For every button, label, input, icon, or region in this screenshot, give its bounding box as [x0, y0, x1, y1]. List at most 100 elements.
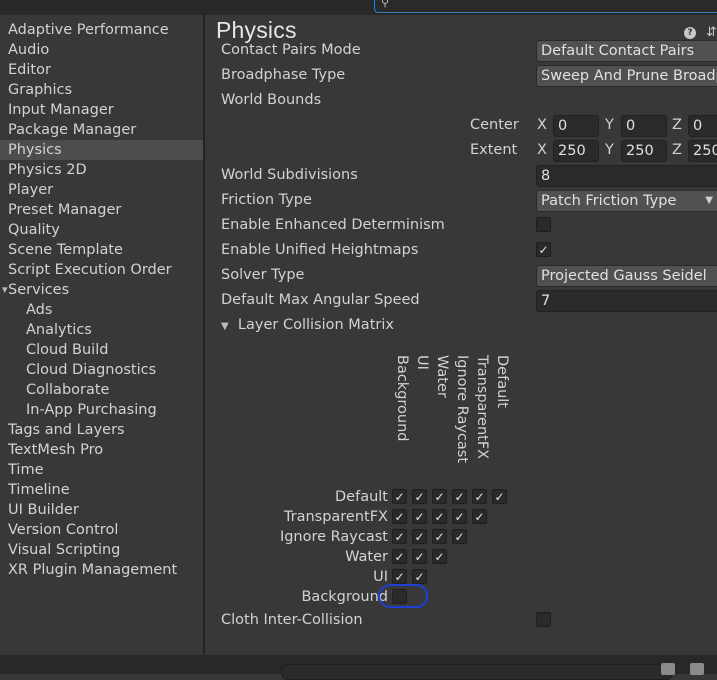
help-icon[interactable]: ?	[684, 27, 696, 39]
sidebar-item-label: Cloud Build	[26, 342, 109, 358]
settings-search-input[interactable]: ⚲	[374, 0, 717, 13]
sidebar-item-collaborate[interactable]: Collaborate	[26, 380, 109, 400]
matrix-collision-checkbox[interactable]: ✓	[452, 489, 467, 504]
sidebar-item-quality[interactable]: Quality	[8, 220, 60, 240]
foldout-arrow-icon: ▼	[221, 321, 229, 332]
world-subdivisions-field[interactable]: 8	[536, 165, 717, 187]
sidebar-item-version-control[interactable]: Version Control	[8, 520, 118, 540]
sidebar-item-label: Physics	[8, 142, 62, 158]
sidebar-item-adaptive-performance[interactable]: Adaptive Performance	[8, 20, 169, 40]
sidebar-item-timeline[interactable]: Timeline	[8, 480, 70, 500]
matrix-collision-checkbox[interactable]: ✓	[432, 489, 447, 504]
matrix-collision-checkbox[interactable]: ✓	[392, 509, 407, 524]
enhanced-determinism-checkbox[interactable]	[536, 217, 551, 232]
sidebar-item-tags-and-layers[interactable]: Tags and Layers	[8, 420, 125, 440]
center-z-field[interactable]: 0	[688, 115, 717, 137]
sidebar-item-label: Package Manager	[8, 122, 137, 138]
cloth-inter-collision-checkbox[interactable]	[536, 612, 551, 627]
broadphase-type-label: Broadphase Type	[221, 67, 346, 83]
matrix-collision-checkbox[interactable]: ✓	[452, 529, 467, 544]
unified-heightmaps-label: Enable Unified Heightmaps	[221, 242, 419, 258]
matrix-collision-checkbox[interactable]: ✓	[432, 509, 447, 524]
contact-pairs-mode-dropdown[interactable]: Default Contact Pairs	[536, 40, 717, 62]
matrix-collision-checkbox[interactable]: ✓	[412, 489, 427, 504]
unified-heightmaps-checkbox[interactable]: ✓	[536, 242, 551, 257]
check-icon: ✓	[454, 490, 465, 504]
matrix-collision-checkbox[interactable]: ✓	[412, 549, 427, 564]
check-icon: ✓	[414, 490, 425, 504]
matrix-collision-checkbox[interactable]: ✓	[392, 489, 407, 504]
sidebar-item-physics-2d[interactable]: Physics 2D	[8, 160, 87, 180]
matrix-collision-checkbox[interactable]: ✓	[432, 529, 447, 544]
check-icon: ✓	[414, 530, 425, 544]
matrix-column-label-text: Ignore Raycast	[454, 355, 470, 464]
sidebar-item-services[interactable]: Services ▾	[2, 280, 69, 300]
solver-type-dropdown[interactable]: Projected Gauss Seidel▼	[536, 265, 717, 287]
center-x-field[interactable]: 0	[553, 115, 599, 137]
matrix-column-label: Water	[432, 355, 452, 485]
sidebar-item-physics[interactable]: Physics	[0, 140, 203, 160]
sidebar-item-textmesh-pro[interactable]: TextMesh Pro	[8, 440, 103, 460]
matrix-collision-checkbox[interactable]: ✓	[412, 529, 427, 544]
sidebar-item-analytics[interactable]: Analytics	[26, 320, 92, 340]
extent-z-field[interactable]: 250	[688, 140, 717, 162]
friction-type-dropdown[interactable]: Patch Friction Type ▼	[536, 190, 717, 212]
matrix-row-label: Background	[301, 589, 388, 605]
matrix-column-label-text: Water	[434, 355, 450, 398]
sidebar-item-package-manager[interactable]: Package Manager	[8, 120, 136, 140]
sidebar-item-scene-template[interactable]: Scene Template	[8, 240, 123, 260]
layer-collision-matrix-foldout[interactable]: ▼ Layer Collision Matrix	[221, 315, 394, 335]
check-icon: ✓	[394, 530, 405, 544]
preset-settings-icon[interactable]: ⇵	[706, 25, 717, 40]
matrix-column-label-text: UI	[414, 355, 430, 370]
sidebar-item-label: Analytics	[26, 322, 92, 338]
matrix-collision-checkbox[interactable]: ✓	[392, 569, 407, 584]
matrix-collision-checkbox[interactable]: ✓	[412, 569, 427, 584]
matrix-collision-checkbox[interactable]: ✓	[432, 549, 447, 564]
matrix-collision-checkbox[interactable]: ✓	[392, 549, 407, 564]
center-y-field[interactable]: 0	[621, 115, 667, 137]
sidebar-item-visual-scripting[interactable]: Visual Scripting	[8, 540, 120, 560]
sidebar-item-ui-builder[interactable]: UI Builder	[8, 500, 79, 520]
expand-caret-icon[interactable]: ▾	[2, 280, 8, 300]
sidebar-item-script-execution-order[interactable]: Script Execution Order	[8, 260, 172, 280]
matrix-collision-checkbox[interactable]: ✓	[392, 529, 407, 544]
center-y-axis-label: Y	[605, 117, 614, 133]
sidebar-item-audio[interactable]: Audio	[8, 40, 49, 60]
sidebar-item-editor[interactable]: Editor	[8, 60, 51, 80]
chevron-down-icon: ▼	[705, 195, 713, 206]
contact-pairs-mode-value: Default Contact Pairs	[541, 43, 695, 59]
sidebar-item-input-manager[interactable]: Input Manager	[8, 100, 114, 120]
matrix-collision-checkbox[interactable]: ✓	[412, 509, 427, 524]
sidebar-item-preset-manager[interactable]: Preset Manager	[8, 200, 121, 220]
sidebar-item-label: Ads	[26, 302, 53, 318]
sidebar-item-in-app-purchasing[interactable]: In-App Purchasing	[26, 400, 157, 420]
extent-y-axis-label: Y	[605, 142, 614, 158]
sidebar-item-time[interactable]: Time	[8, 460, 44, 480]
max-angular-speed-label: Default Max Angular Speed	[221, 292, 420, 308]
extent-x-field[interactable]: 250	[553, 140, 599, 162]
sidebar-item-label: Version Control	[8, 522, 119, 538]
search-icon: ⚲	[381, 0, 390, 9]
sidebar-item-xr-plugin-management[interactable]: XR Plugin Management	[8, 560, 177, 580]
solver-type-value: Projected Gauss Seidel	[541, 268, 707, 284]
sidebar-item-graphics[interactable]: Graphics	[8, 80, 72, 100]
center-z-axis-label: Z	[672, 117, 682, 133]
sidebar-item-ads[interactable]: Ads	[26, 300, 52, 320]
sidebar-item-cloud-build[interactable]: Cloud Build	[26, 340, 108, 360]
bottom-search-input[interactable]	[281, 664, 673, 680]
extent-y-field[interactable]: 250	[621, 140, 667, 162]
matrix-row-label: Water	[345, 549, 388, 565]
sidebar-item-label: Script Execution Order	[8, 262, 172, 278]
sidebar-item-player[interactable]: Player	[8, 180, 53, 200]
matrix-collision-checkbox[interactable]: ✓	[472, 509, 487, 524]
lock-icon[interactable]	[661, 663, 675, 675]
layers-icon[interactable]	[690, 663, 704, 675]
matrix-column-label-text: Background	[394, 355, 410, 442]
sidebar-item-cloud-diagnostics[interactable]: Cloud Diagnostics	[26, 360, 156, 380]
broadphase-type-dropdown[interactable]: Sweep And Prune Broadphase	[536, 65, 717, 87]
matrix-collision-checkbox[interactable]: ✓	[492, 489, 507, 504]
max-angular-speed-field[interactable]: 7	[536, 290, 717, 312]
matrix-collision-checkbox[interactable]: ✓	[452, 509, 467, 524]
matrix-collision-checkbox[interactable]: ✓	[472, 489, 487, 504]
